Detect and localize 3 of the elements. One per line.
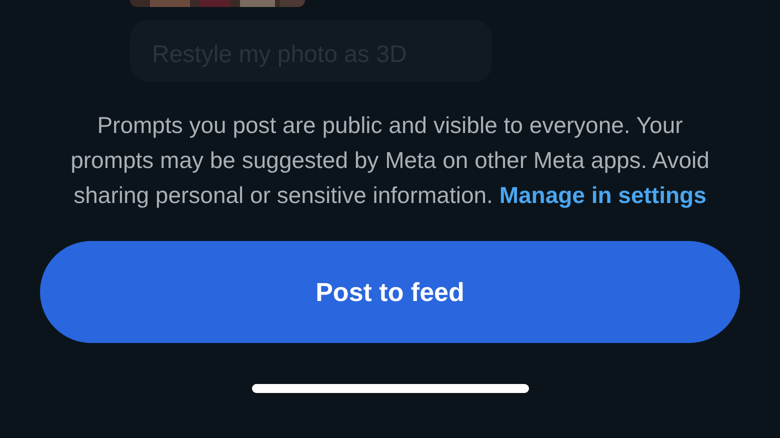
manage-settings-link[interactable]: Manage in settings	[499, 182, 706, 208]
privacy-notice: Prompts you post are public and visible to everyone. Your prompts may be suggested by Meta on other Meta apps. Avoid sharing personal or sensitive information. Manage in settings	[70, 111, 710, 210]
post-button[interactable]: Post to feed	[40, 241, 740, 343]
